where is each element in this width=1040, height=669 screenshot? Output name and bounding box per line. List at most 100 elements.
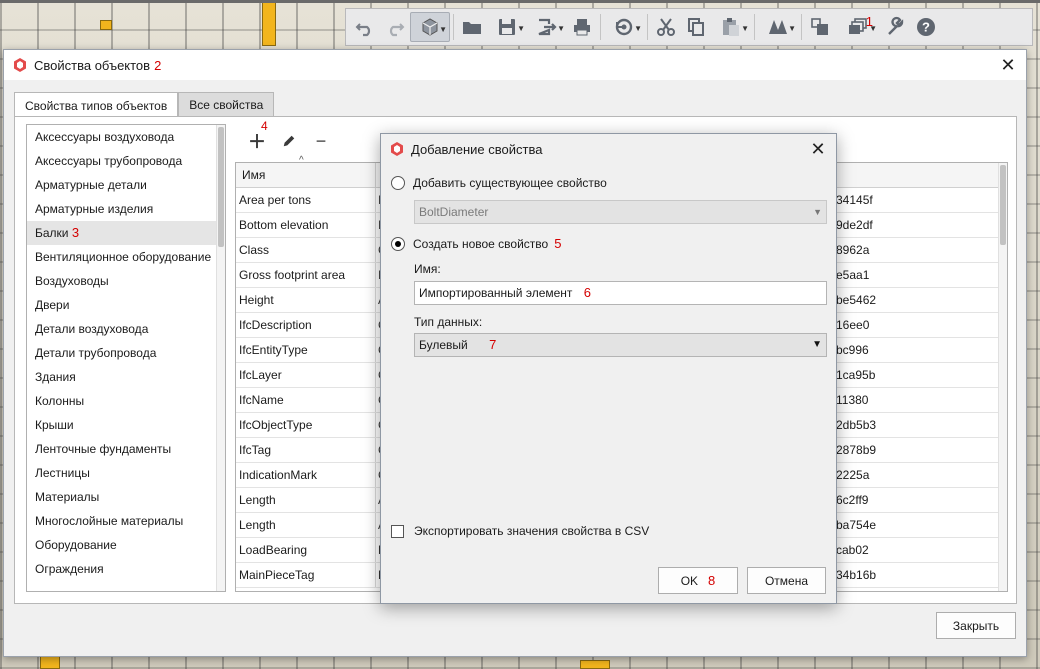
app-logo-icon [14,58,26,72]
list-item[interactable]: Лестницы [27,461,225,485]
marker-2: 2 [154,57,162,73]
cell-name: IfcObjectType [236,413,376,437]
toolbar-separator [600,14,601,40]
marker-3: 3 [71,225,80,240]
cell-name: LoadBearing [236,538,376,562]
print-icon[interactable] [567,12,597,42]
list-item[interactable]: Колонны [27,389,225,413]
marker-6: 6 [583,285,591,300]
add-property-dialog: Добавление свойства ✕ Добавить существую… [380,133,837,604]
cell-id: ba754e [836,518,877,532]
copy-icon[interactable] [681,12,711,42]
property-name-input[interactable]: Импортированный элемент 6 [414,281,827,305]
property-actions: ＋ 4 − [245,119,333,153]
new-property-radio[interactable]: Создать новое свойство 5 [391,236,561,251]
list-item[interactable]: Вентиляционное оборудование [27,245,225,269]
list-item[interactable]: Материалы [27,485,225,509]
list-item[interactable]: Ленточные фундаменты [27,437,225,461]
svg-text:?: ? [922,20,930,35]
list-item[interactable]: Здания [27,365,225,389]
list-item-label: Балки [35,226,69,240]
scrollbar-thumb[interactable] [1000,165,1006,245]
cell-id: 34b16b [836,568,877,582]
radio-button-selected[interactable] [391,236,405,251]
checkbox-label: Экспортировать значения свойства в CSV [414,524,650,538]
list-scrollbar[interactable] [216,125,225,591]
edit-property-button[interactable] [277,129,301,153]
remove-property-button[interactable]: − [309,129,333,153]
cell-name: Class [236,238,376,262]
tab-all-properties[interactable]: Все свойства [178,92,275,117]
export-csv-checkbox[interactable]: Экспортировать значения свойства в CSV [391,524,649,538]
column-header-name[interactable]: Имя [236,163,376,187]
help-icon[interactable]: ? [911,12,941,42]
scrollbar-thumb[interactable] [218,127,224,247]
cell-name: IfcEntityType [236,338,376,362]
marker-7: 7 [489,337,497,352]
dialog-titlebar: Добавление свойства [381,134,836,164]
cancel-button[interactable]: Отмена [747,567,826,594]
grid-scrollbar[interactable] [998,163,1007,591]
cell-name: IfcLayer [236,363,376,387]
list-item[interactable]: Двери [27,293,225,317]
tab-object-type-properties[interactable]: Свойства типов объектов [14,92,179,118]
list-item[interactable]: Арматурные изделия [27,197,225,221]
sync-icon[interactable]: ▼ [604,12,644,42]
list-item[interactable]: Воздуховоды [27,269,225,293]
ok-button[interactable]: OK 8 [658,567,738,594]
cell-name: IfcDescription [236,313,376,337]
list-item[interactable]: Крыши [27,413,225,437]
dialog-titlebar: Свойства объектов 2 [4,50,1026,80]
cell-id: 8962a [836,243,870,257]
list-item-selected[interactable]: Балки 3 [27,221,225,245]
list-item[interactable]: Аксессуары трубопровода [27,149,225,173]
cell-id: 16ee0 [836,318,870,332]
cell-id: be5462 [836,293,877,307]
radio-button[interactable] [391,176,405,190]
dialog-title: Свойства объектов [34,57,151,73]
export-icon[interactable]: ▼ [527,12,567,42]
select-value: Булевый [419,338,468,352]
list-item[interactable]: Оборудование [27,533,225,557]
list-item[interactable]: Ограждения [27,557,225,581]
close-icon[interactable]: ✕ [999,55,1017,75]
checkbox[interactable] [391,524,404,538]
name-label: Имя: [414,262,441,276]
redo-icon[interactable] [380,12,410,42]
close-button[interactable]: Закрыть [936,612,1016,639]
view-cube-icon[interactable]: ▼ [410,12,450,42]
list-item[interactable]: Детали трубопровода [27,341,225,365]
object-properties-icon[interactable]: ▼ 1 [835,12,881,42]
cell-name: Gross footprint area [236,263,376,287]
radio-label: Создать новое свойство [413,236,549,251]
object-type-list: Аксессуары воздуховода Аксессуары трубоп… [26,124,226,592]
close-icon[interactable]: ✕ [809,139,827,159]
data-type-select[interactable]: Булевый 7 ▼ [414,333,827,357]
chevron-down-icon: ▼ [813,207,822,217]
scene-edge [0,0,1040,3]
add-property-button[interactable]: ＋ 4 [245,119,269,153]
model-icon[interactable]: ▼ [758,12,798,42]
wrench-icon[interactable] [881,12,911,42]
list-item[interactable]: Арматурные детали [27,173,225,197]
undo-icon[interactable] [350,12,380,42]
main-toolbar: ▼ ▼ ▼ ▼ ▼ ▼ ▼ 1 ? [345,8,1033,46]
cell-id: 9de2df [836,218,873,232]
open-folder-icon[interactable] [457,12,487,42]
cut-icon[interactable] [651,12,681,42]
existing-property-radio[interactable]: Добавить существующее свойство [391,176,607,190]
marker-4: 4 [261,119,268,133]
list-item[interactable]: Детали воздуховода [27,317,225,341]
marker-1: 1 [865,14,873,29]
cell-id: 34145f [836,193,873,207]
toolbar-separator [801,14,802,40]
paste-icon[interactable]: ▼ [711,12,751,42]
save-icon[interactable]: ▼ [487,12,527,42]
cell-id: 1ca95b [836,368,876,382]
list-item[interactable]: Аксессуары воздуховода [27,125,225,149]
marker-5: 5 [554,236,562,251]
chevron-down-icon: ▼ [812,339,822,350]
layers-icon[interactable] [805,12,835,42]
list-item[interactable]: Многослойные материалы [27,509,225,533]
cell-name: MainPieceTag [236,563,376,587]
